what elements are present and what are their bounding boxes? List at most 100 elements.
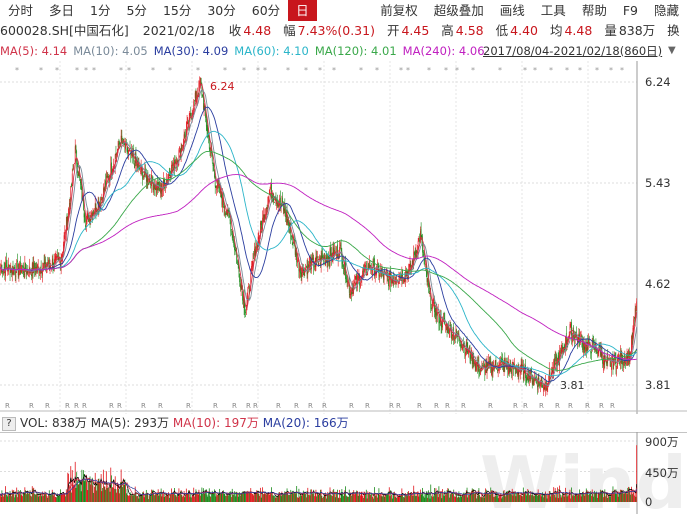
menu-2[interactable]: 画线	[492, 0, 533, 21]
volume-bar	[448, 488, 449, 502]
volume-bar	[485, 489, 487, 502]
candle-body	[278, 205, 280, 206]
volume-bar	[158, 495, 160, 502]
candle-body	[379, 274, 380, 278]
ma-legend-item: MA(60): 4.10	[234, 44, 309, 58]
candle-body	[84, 215, 86, 222]
volume-bar	[386, 494, 388, 502]
volume-bar	[468, 495, 470, 502]
volume-bar	[276, 497, 278, 502]
tab-1[interactable]: 多日	[41, 0, 82, 21]
volume-bar	[447, 488, 449, 502]
menu-0[interactable]: 前复权	[372, 0, 426, 21]
volume-bar	[549, 491, 551, 502]
rights-marker: R	[45, 402, 50, 410]
candle-body	[377, 266, 379, 268]
volume-bar	[317, 493, 318, 502]
volume-bar	[614, 493, 616, 502]
volume-bar	[305, 497, 307, 502]
candle-body	[104, 183, 106, 191]
volume-bar	[442, 494, 444, 502]
dropdown-triangle-icon[interactable]: ▼	[668, 41, 676, 61]
candle-body	[561, 345, 563, 351]
volume-bar	[69, 490, 71, 502]
volume-bar	[96, 490, 98, 502]
tab-4[interactable]: 15分	[155, 0, 199, 21]
volume-chart[interactable]: Wind	[0, 432, 687, 514]
volume-bar	[466, 487, 468, 502]
candle-body	[408, 265, 410, 271]
rights-marker: R	[322, 402, 327, 410]
tab-0[interactable]: 分时	[0, 0, 41, 21]
volume-bar	[604, 489, 606, 502]
volume-bar	[365, 489, 367, 502]
volume-bar	[554, 494, 555, 502]
volume-bar	[176, 496, 178, 502]
volume-bar	[561, 495, 563, 502]
tab-2[interactable]: 1分	[82, 0, 118, 21]
volume-bar	[237, 493, 238, 502]
volume-bar	[99, 482, 101, 502]
volume-bar	[215, 496, 217, 502]
rights-marker: R	[555, 402, 560, 410]
tab-3[interactable]: 5分	[118, 0, 154, 21]
help-icon[interactable]: ?	[2, 416, 16, 431]
tab-7[interactable]: 日	[288, 0, 317, 21]
volume-bar	[327, 491, 329, 502]
candle-body	[172, 164, 174, 166]
star-marker: *	[151, 66, 155, 75]
volume-bar	[418, 496, 420, 502]
volume-bar	[633, 492, 635, 502]
date-range[interactable]: 2017/08/04-2021/02/18(860日)	[483, 41, 662, 61]
candle-body	[526, 377, 528, 382]
tab-6[interactable]: 60分	[244, 0, 288, 21]
rights-marker: R	[213, 402, 218, 410]
volume-bar	[287, 492, 289, 502]
volume-bar	[351, 495, 352, 502]
volume-bar	[196, 493, 198, 502]
volume-bar	[135, 492, 137, 502]
candle-body	[118, 143, 120, 145]
menu-5[interactable]: F9	[615, 0, 646, 21]
price-chart[interactable]: 6.24 5.43 4.62 3.81 6.24 3.81 R * R * R * R * R * R * R * R *…	[0, 61, 687, 414]
volume-bar	[77, 484, 79, 502]
volume-bar	[358, 493, 360, 502]
menu-1[interactable]: 超级叠加	[426, 0, 492, 21]
volume-bar	[18, 493, 20, 502]
candle-body	[107, 176, 109, 178]
volume-bar	[403, 497, 405, 502]
star-marker: *	[523, 66, 527, 75]
volume-bar	[475, 493, 477, 502]
rights-marker: R	[82, 402, 87, 410]
menu-3[interactable]: 工具	[533, 0, 574, 21]
rights-marker: R	[308, 402, 313, 410]
candle-body	[31, 274, 32, 277]
candle-body	[465, 351, 466, 357]
candle-body	[68, 206, 70, 210]
volume-bar	[116, 492, 118, 502]
candle-body	[354, 280, 356, 282]
candle-body	[354, 281, 355, 284]
volume-bar	[51, 494, 52, 502]
candle-body	[142, 171, 143, 180]
candle-body	[511, 368, 512, 374]
volume-bar	[76, 472, 78, 502]
candle-body	[254, 248, 255, 256]
volume-bar	[551, 493, 553, 502]
candle-body	[14, 266, 15, 270]
candle-body	[317, 256, 318, 258]
star-marker: *	[55, 66, 59, 75]
tab-5[interactable]: 30分	[199, 0, 243, 21]
candle-body	[39, 271, 41, 273]
candle-body	[309, 261, 311, 263]
volume-bar	[436, 493, 438, 502]
volume-bar	[391, 494, 392, 502]
volume-bar	[437, 492, 438, 502]
volume-bar	[411, 493, 413, 502]
menu-4[interactable]: 帮助	[574, 0, 615, 21]
volume-bar	[4, 493, 6, 502]
rights-marker: R	[65, 402, 70, 410]
ma-line	[0, 174, 637, 361]
menu-6[interactable]: 隐藏	[646, 0, 687, 21]
volume-bar	[537, 489, 539, 502]
